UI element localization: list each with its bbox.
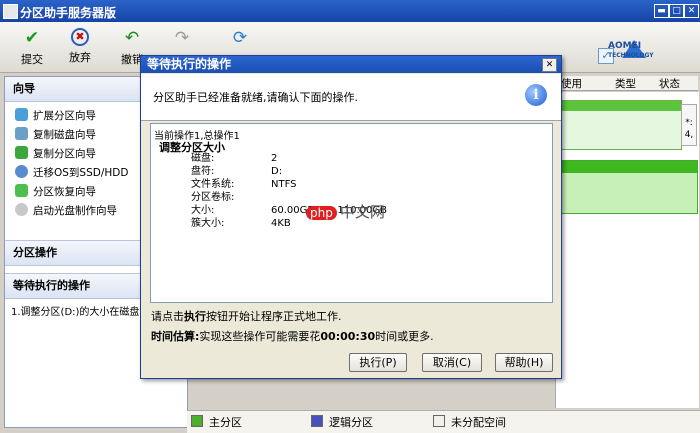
time-estimate: 时间估算:实现这些操作可能需要花00:00:30时间或更多.	[151, 328, 434, 344]
maximize-button[interactable]: □	[669, 4, 684, 18]
disk-bar-2-fill	[557, 161, 697, 173]
extend-icon	[15, 108, 28, 121]
detail-value: 4KB	[271, 218, 291, 229]
wizard-extend-partition[interactable]: 扩展分区向导	[15, 108, 96, 124]
legend-logical: 逻辑分区	[311, 415, 373, 429]
dialog-header: 分区助手已经准备就绪,请确认下面的操作. i	[141, 74, 561, 121]
hint-pre: 请点击	[151, 310, 184, 323]
detail-value: NTFS	[271, 179, 297, 190]
minimize-button[interactable]: ▬	[654, 4, 669, 18]
time-pre: 实现这些操作可能需要花	[199, 330, 321, 343]
wizard-label: 扩展分区向导	[33, 110, 96, 122]
legend-bar: 主分区 逻辑分区 未分配空间	[187, 410, 700, 433]
hint-post: 按钮开始让程序正式地工作.	[206, 310, 342, 323]
info-icon: i	[525, 84, 547, 106]
col-status[interactable]: 状态	[659, 76, 680, 91]
wizard-bootable-media[interactable]: 启动光盘制作向导	[15, 203, 117, 219]
wizard-label: 复制分区向导	[33, 148, 96, 160]
time-value: 00:00:30	[320, 330, 376, 343]
unallocated-swatch	[433, 415, 445, 427]
checkmark-icon: ✔	[24, 28, 40, 48]
window-title: 分区助手服务器版	[20, 6, 117, 20]
detail-key: 大小:	[191, 205, 215, 216]
primary-swatch	[191, 415, 203, 427]
recovery-icon	[15, 184, 28, 197]
detail-key: 磁盘:	[191, 153, 215, 164]
col-used[interactable]: 使用	[561, 76, 582, 91]
execute-button[interactable]: 执行(P)	[349, 353, 407, 372]
disk-bar-1[interactable]	[556, 100, 682, 150]
legend-logical-label: 逻辑分区	[329, 416, 373, 429]
undo-icon: ↶	[124, 28, 140, 48]
legend-primary-label: 主分区	[209, 416, 242, 429]
col-type[interactable]: 类型	[615, 76, 636, 91]
wizard-copy-partition[interactable]: 复制分区向导	[15, 146, 96, 162]
discard-label: 放弃	[69, 51, 91, 64]
aomei-logo-text: AOMEI TECHNOLOGY	[608, 42, 654, 60]
refresh-icon: ⟳	[232, 28, 248, 48]
detail-value: 2	[271, 153, 278, 164]
wizard-migrate-os[interactable]: 迁移OS到SSD/HDD	[15, 165, 128, 181]
commit-button[interactable]: ✔ 提交	[14, 26, 50, 68]
legend-unallocated: 未分配空间	[433, 415, 506, 429]
detail-key: 簇大小:	[191, 218, 225, 229]
discard-icon: ✖	[71, 28, 89, 46]
copy-partition-icon	[15, 146, 28, 159]
logical-swatch	[311, 415, 323, 427]
detail-key: 分区卷标:	[191, 192, 235, 203]
time-label: 时间估算:	[151, 330, 200, 343]
logo-line1: AOMEI	[608, 41, 642, 51]
copy-disk-icon	[15, 127, 28, 140]
detail-key: 盘符:	[191, 166, 215, 177]
disk-bar-2[interactable]	[556, 160, 698, 214]
execute-hint: 请点击执行按钮开始让程序正式地工作.	[151, 308, 342, 324]
disk-bar-1-fill	[557, 101, 681, 111]
disk-side-info: *: 4,	[681, 104, 697, 146]
app-icon	[3, 4, 18, 19]
wizard-partition-recovery[interactable]: 分区恢复向导	[15, 184, 96, 200]
migrate-os-icon	[15, 165, 28, 178]
wizard-label: 迁移OS到SSD/HDD	[33, 167, 129, 179]
watermark-badge: php	[306, 206, 337, 220]
logo-line2: TECHNOLOGY	[608, 52, 654, 59]
discard-button[interactable]: ✖ 放弃	[62, 26, 98, 68]
side-text-2: 4,	[684, 130, 694, 140]
detail-value: D:	[271, 166, 283, 177]
wizard-label: 分区恢复向导	[33, 186, 96, 198]
cd-icon	[15, 203, 28, 216]
dialog-close-button[interactable]: ✕	[542, 58, 557, 72]
dialog-message: 分区助手已经准备就绪,请确认下面的操作.	[153, 91, 358, 104]
help-button[interactable]: 帮助(H)	[495, 353, 553, 372]
watermark: php 中文网	[306, 201, 385, 222]
window-titlebar: 分区助手服务器版 ▬ □ ✕	[0, 0, 700, 22]
side-text: *:	[685, 118, 693, 128]
dialog-title: 等待执行的操作	[141, 56, 561, 73]
wizard-label: 复制磁盘向导	[33, 129, 96, 141]
commit-label: 提交	[21, 53, 43, 66]
cancel-button[interactable]: 取消(C)	[422, 353, 482, 372]
wizard-label: 启动光盘制作向导	[33, 205, 117, 217]
partition-column-header: 使用 类型 状态	[553, 76, 698, 91]
close-button[interactable]: ✕	[684, 4, 699, 18]
detail-key: 文件系统:	[191, 179, 235, 190]
hint-bold: 执行	[184, 310, 206, 323]
legend-primary: 主分区	[191, 415, 242, 429]
redo-icon: ↷	[174, 28, 190, 48]
watermark-text: 中文网	[339, 203, 385, 221]
wizard-copy-disk[interactable]: 复制磁盘向导	[15, 127, 96, 143]
legend-unallocated-label: 未分配空间	[451, 416, 506, 429]
time-post: 时间或更多.	[375, 330, 434, 343]
